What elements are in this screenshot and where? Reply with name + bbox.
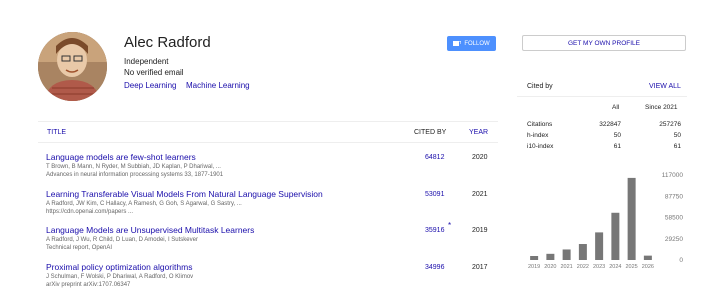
profile-name: Alec Radford — [124, 34, 211, 51]
metric-value-all: 61 — [613, 143, 621, 150]
chart-bar-2026[interactable] — [643, 255, 652, 260]
x-tick-label: 2023 — [593, 264, 605, 270]
article-cited-by[interactable]: 35916 — [425, 227, 444, 234]
metric-value-since: 257276 — [659, 121, 681, 128]
x-tick-label: 2019 — [528, 264, 540, 270]
get-my-own-profile-button[interactable]: GET MY OWN PROFILE — [522, 35, 686, 51]
metric-label-h-index: h-index — [527, 132, 549, 139]
since-column-header: Since 2021 — [645, 104, 678, 111]
y-tick-label: 0 — [679, 257, 683, 264]
article-authors: J Schulman, F Wolski, P Dhariwal, A Radf… — [46, 274, 194, 280]
article-venue: arXiv preprint arXiv:1707.06347 — [46, 282, 131, 288]
chart-bar-2019[interactable] — [530, 256, 539, 260]
article-authors: T Brown, B Mann, N Ryder, M Subbiah, JD … — [46, 164, 221, 170]
profile-affiliation: Independent — [124, 57, 169, 66]
article-venue: Technical report, OpenAI — [46, 245, 113, 251]
y-tick-label: 87750 — [665, 193, 683, 200]
title-column-header[interactable]: TITLE — [47, 129, 66, 136]
metric-value-since: 61 — [673, 143, 681, 150]
article-cited-by[interactable]: 34996 — [425, 264, 444, 271]
avatar — [38, 32, 107, 101]
interest-deep-learning[interactable]: Deep Learning — [124, 81, 176, 90]
interest-machine-learning[interactable]: Machine Learning — [186, 81, 250, 90]
follow-icon — [453, 40, 462, 46]
x-tick-label: 2024 — [609, 264, 621, 270]
y-tick-label: 117000 — [662, 172, 684, 179]
article-year: 2021 — [472, 191, 488, 198]
article-year: 2020 — [472, 154, 488, 161]
follow-button[interactable]: FOLLOW — [447, 36, 496, 51]
metric-value-all: 322847 — [599, 121, 621, 128]
cited-by-heading: Cited by — [527, 83, 553, 90]
profile-email-status: No verified email — [124, 68, 184, 77]
article-authors: A Radford, JW Kim, C Hallacy, A Ramesh, … — [46, 201, 242, 207]
article-cited-by[interactable]: 64812 — [425, 154, 444, 161]
article-title[interactable]: Language Models are Unsupervised Multita… — [46, 225, 254, 235]
year-column-header[interactable]: YEAR — [469, 129, 488, 136]
article-cited-by[interactable]: 53091 — [425, 191, 444, 198]
article-title[interactable]: Learning Transferable Visual Models From… — [46, 189, 323, 199]
chart-bar-2021[interactable] — [562, 249, 571, 260]
article-year: 2017 — [472, 264, 488, 271]
y-tick-label: 29250 — [665, 236, 683, 243]
x-tick-label: 2025 — [626, 264, 638, 270]
chart-bar-2025[interactable] — [627, 177, 636, 260]
article-venue: https://cdn.openai.com/papers ... — [46, 209, 134, 215]
x-tick-label: 2021 — [561, 264, 573, 270]
metric-value-all: 50 — [613, 132, 621, 139]
citations-bar-chart: 117000 87750 58500 29250 0 2019 2020 2021 2022 20… — [528, 172, 684, 270]
x-tick-label: 2022 — [577, 264, 589, 270]
x-tick-label: 2020 — [544, 264, 556, 270]
merged-citation-star[interactable]: * — [448, 221, 451, 230]
articles-table-header: TITLE CITED BY YEAR — [38, 121, 498, 143]
all-column-header: All — [612, 104, 620, 111]
article-authors: A Radford, J Wu, R Child, D Luan, D Amod… — [46, 237, 198, 243]
article-title[interactable]: Proximal policy optimization algorithms — [46, 262, 192, 272]
metric-value-since: 50 — [673, 132, 681, 139]
chart-bar-2020[interactable] — [546, 253, 555, 260]
chart-bar-2022[interactable] — [578, 244, 587, 260]
view-all-link[interactable]: VIEW ALL — [649, 83, 681, 90]
article-title[interactable]: Language models are few-shot learners — [46, 152, 196, 162]
follow-label: FOLLOW — [464, 40, 490, 47]
metric-label-citations: Citations — [527, 121, 553, 128]
article-year: 2019 — [472, 227, 488, 234]
chart-bar-2023[interactable] — [595, 232, 604, 260]
metric-label-i10-index: i10-index — [527, 143, 554, 150]
cited-by-column-header[interactable]: CITED BY — [414, 129, 446, 136]
x-tick-label: 2026 — [642, 264, 654, 270]
y-tick-label: 58500 — [665, 215, 683, 222]
article-venue: Advances in neural information processin… — [46, 172, 224, 178]
chart-bar-2024[interactable] — [611, 212, 620, 260]
divider — [517, 96, 687, 97]
